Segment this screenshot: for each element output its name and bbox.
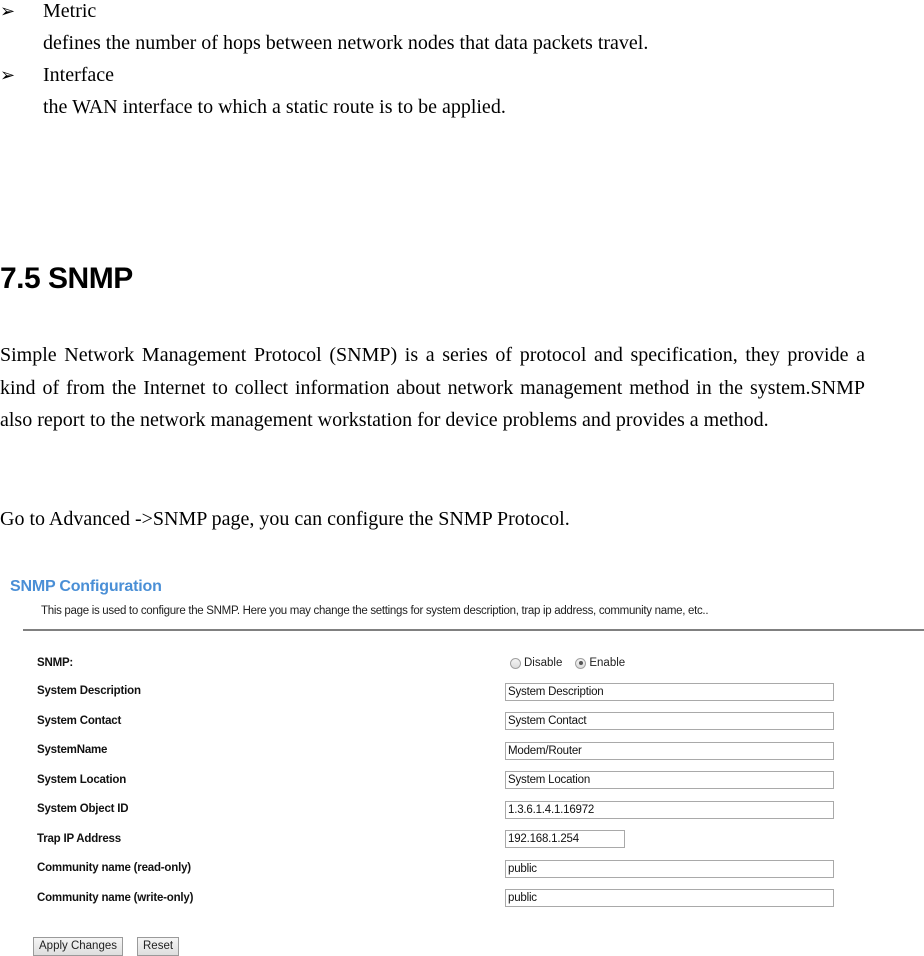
system-contact-input[interactable]: System Contact (505, 712, 834, 730)
enable-radio-label[interactable]: Enable (589, 657, 625, 669)
arrow-bullet-icon: ➢ (0, 65, 16, 85)
community-read-only-input[interactable]: public (505, 860, 834, 878)
trap-ip-address-label: Trap IP Address (37, 833, 121, 845)
system-description-input[interactable]: System Description (505, 683, 834, 701)
disable-radio-label[interactable]: Disable (524, 657, 562, 669)
panel-description: This page is used to configure the SNMP.… (41, 605, 709, 617)
system-location-input[interactable]: System Location (505, 771, 834, 789)
reset-button[interactable]: Reset (137, 937, 180, 956)
navigation-paragraph: Go to Advanced ->SNMP page, you can conf… (0, 508, 570, 530)
system-description-label: System Description (37, 685, 141, 697)
section-heading: 7.5 SNMP (0, 262, 133, 295)
bullet-term: Metric (43, 0, 97, 22)
enable-radio[interactable] (575, 657, 587, 669)
intro-paragraph: Simple Network Management Protocol (SNMP… (0, 344, 865, 432)
disable-radio[interactable] (510, 657, 521, 669)
system-name-label: SystemName (37, 744, 108, 756)
arrow-bullet-icon: ➢ (0, 1, 16, 21)
bullet-term: Interface (43, 64, 115, 86)
snmp-configuration-panel: SNMP Configuration This page is used to … (0, 575, 924, 956)
bullet-description: defines the number of hops between netwo… (43, 32, 649, 54)
system-object-id-input[interactable]: 1.3.6.1.4.1.16972 (505, 801, 834, 819)
apply-changes-button[interactable]: Apply Changes (33, 937, 123, 956)
trap-ip-address-input[interactable]: 192.168.1.254 (505, 830, 625, 848)
community-write-only-label: Community name (write-only) (37, 892, 194, 904)
community-read-only-label: Community name (read-only) (37, 862, 191, 874)
snmp-label: SNMP: (37, 657, 74, 669)
system-object-id-label: System Object ID (37, 803, 129, 815)
divider (23, 629, 924, 631)
bullet-description: the WAN interface to which a static rout… (43, 96, 506, 118)
community-write-only-input[interactable]: public (505, 889, 834, 907)
system-location-label: System Location (37, 774, 127, 786)
snmp-radio-group: Disable Enable (510, 657, 638, 669)
panel-title: SNMP Configuration (10, 578, 162, 595)
system-name-input[interactable]: Modem/Router (505, 742, 834, 760)
system-contact-label: System Contact (37, 715, 122, 727)
